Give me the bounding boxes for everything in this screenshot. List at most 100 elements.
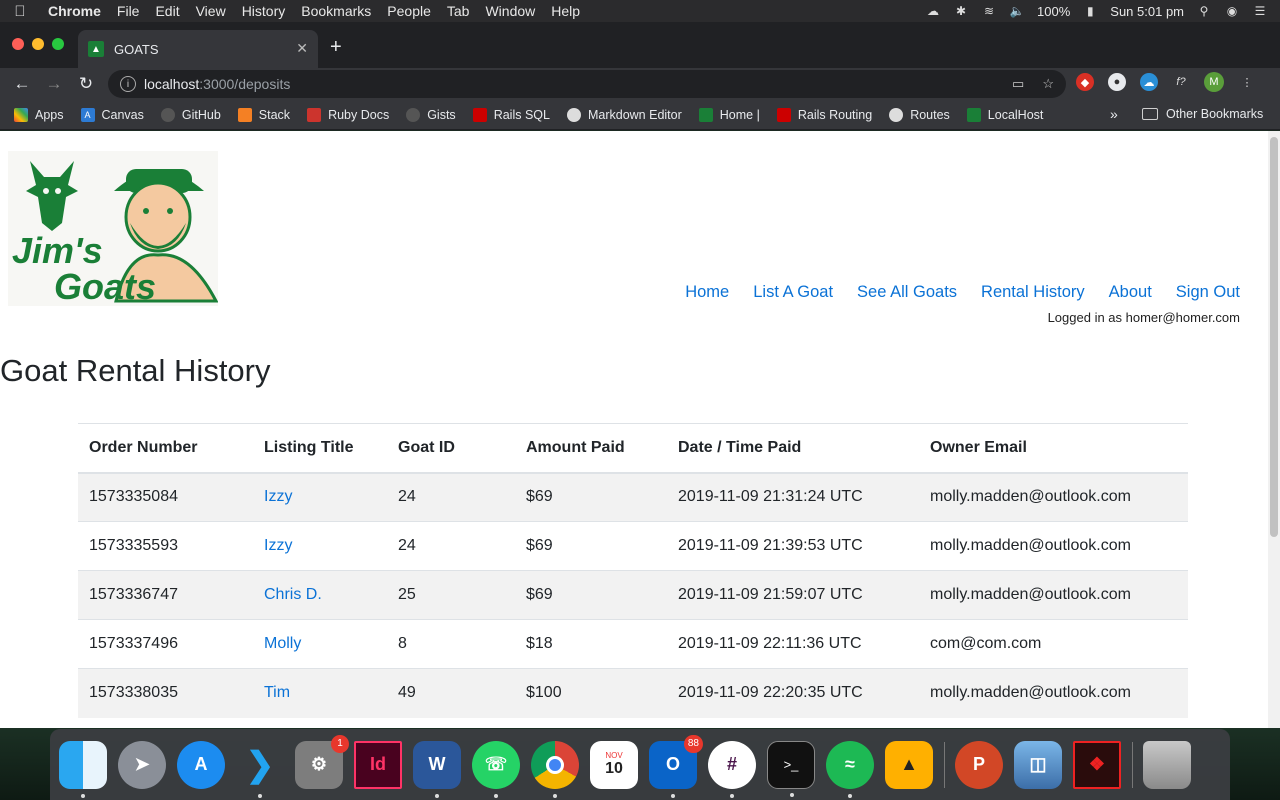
- extension-ruby-icon[interactable]: ◆: [1076, 73, 1094, 91]
- tab-goats[interactable]: ▲ GOATS ✕: [78, 30, 318, 68]
- back-button[interactable]: ←: [6, 74, 38, 94]
- new-tab-button[interactable]: +: [330, 36, 342, 59]
- dock-separator: [944, 741, 945, 788]
- menu-view[interactable]: View: [188, 3, 234, 19]
- menu-help[interactable]: Help: [543, 3, 588, 19]
- menu-app-name[interactable]: Chrome: [40, 3, 109, 19]
- site-info-icon[interactable]: i: [120, 76, 136, 92]
- nav-list-a-goat[interactable]: List A Goat: [753, 283, 833, 302]
- powerpoint-icon[interactable]: P: [955, 740, 1003, 789]
- finder-icon[interactable]: [59, 740, 107, 798]
- battery-icon[interactable]: ▮: [1082, 4, 1098, 18]
- bookmark-apps[interactable]: Apps: [14, 107, 64, 122]
- volume-icon[interactable]: 🔈: [1009, 4, 1025, 18]
- bookmark-ruby-docs[interactable]: Ruby Docs: [307, 107, 389, 122]
- folder-icon: [1142, 108, 1158, 120]
- vscode-icon[interactable]: ❯: [236, 741, 284, 798]
- indesign-icon[interactable]: Id: [354, 740, 402, 789]
- table-row: 1573337496 Molly 8 $18 2019-11-09 22:11:…: [78, 619, 1188, 669]
- cast-icon[interactable]: ▭: [1012, 76, 1024, 92]
- forward-button[interactable]: →: [38, 74, 70, 94]
- acrobat-icon[interactable]: ❖: [1073, 740, 1121, 789]
- bookmark-label: Rails Routing: [797, 107, 873, 122]
- app-store-icon[interactable]: A: [177, 740, 225, 789]
- bookmark-gists[interactable]: Gists: [406, 107, 456, 122]
- cell-owner-email: com@com.com: [919, 619, 1188, 669]
- bookmark-routes[interactable]: Routes: [889, 107, 950, 122]
- calendar-icon[interactable]: NOV 10: [590, 740, 638, 789]
- nav-sign-out[interactable]: Sign Out: [1176, 283, 1240, 302]
- outlook-icon[interactable]: O 88: [649, 734, 703, 798]
- extension-cloud-icon[interactable]: ☁: [1140, 73, 1158, 91]
- profile-avatar[interactable]: M: [1204, 72, 1224, 92]
- nav-see-all-goats[interactable]: See All Goats: [857, 283, 957, 302]
- wifi-icon[interactable]: ≋: [981, 4, 997, 18]
- page-title: Goat Rental History: [0, 353, 271, 388]
- menu-tab[interactable]: Tab: [439, 3, 478, 19]
- page-scrollbar[interactable]: [1268, 131, 1280, 728]
- notification-center-icon[interactable]: ☰: [1252, 4, 1268, 18]
- minimize-window-button[interactable]: [32, 38, 44, 50]
- logo-text-goats: Goats: [54, 266, 156, 306]
- spotify-icon[interactable]: ≈: [826, 740, 874, 798]
- battery-percent[interactable]: 100%: [1037, 4, 1070, 19]
- bookmark-github[interactable]: GitHub: [160, 107, 221, 122]
- menu-people[interactable]: People: [379, 3, 439, 19]
- bookmark-label: Rails SQL: [493, 107, 550, 122]
- menu-edit[interactable]: Edit: [147, 3, 187, 19]
- clock[interactable]: Sun 5:01 pm: [1110, 4, 1184, 19]
- nav-about[interactable]: About: [1109, 283, 1152, 302]
- menu-bookmarks[interactable]: Bookmarks: [293, 3, 379, 19]
- bookmark-rails-routing[interactable]: Rails Routing: [776, 107, 873, 122]
- listing-link[interactable]: Tim: [264, 684, 290, 701]
- preview-icon[interactable]: ◫: [1014, 740, 1062, 789]
- extension-ghost-icon[interactable]: ●: [1108, 73, 1126, 91]
- bookmark-home[interactable]: Home |: [698, 107, 760, 122]
- address-bar[interactable]: i localhost:3000/deposits ▭ ☆: [108, 70, 1066, 98]
- bookmark-rails-sql[interactable]: Rails SQL: [472, 107, 550, 122]
- creative-cloud-icon[interactable]: ☁: [925, 4, 941, 18]
- nav-rental-history[interactable]: Rental History: [981, 283, 1085, 302]
- bookmark-markdown-editor[interactable]: Markdown Editor: [566, 107, 682, 122]
- bluetooth-icon[interactable]: ✱: [953, 4, 969, 18]
- extension-font-icon[interactable]: f?: [1172, 73, 1190, 91]
- trash-icon[interactable]: [1143, 740, 1191, 789]
- cell-goat-id: 8: [387, 619, 515, 669]
- reload-button[interactable]: ↻: [70, 74, 102, 94]
- whatsapp-icon[interactable]: ☏: [472, 740, 520, 798]
- nav-home[interactable]: Home: [685, 283, 729, 302]
- siri-icon[interactable]: ◉: [1224, 4, 1240, 18]
- bookmark-stack[interactable]: Stack: [237, 107, 290, 122]
- listing-link[interactable]: Izzy: [264, 488, 292, 505]
- cell-date-time-paid: 2019-11-09 22:20:35 UTC: [667, 668, 919, 718]
- menu-file[interactable]: File: [109, 3, 148, 19]
- close-tab-icon[interactable]: ✕: [296, 40, 308, 57]
- close-window-button[interactable]: [12, 38, 24, 50]
- vlc-icon[interactable]: ▲: [885, 740, 933, 789]
- scrollbar-thumb[interactable]: [1270, 137, 1278, 537]
- chrome-menu-icon[interactable]: ⋮: [1238, 73, 1256, 91]
- spotlight-search-icon[interactable]: ⚲: [1196, 4, 1212, 18]
- bookmark-canvas[interactable]: A Canvas: [80, 107, 144, 122]
- menu-history[interactable]: History: [234, 3, 294, 19]
- bookmark-star-icon[interactable]: ☆: [1042, 76, 1054, 92]
- terminal-icon[interactable]: >_: [767, 740, 815, 797]
- menu-window[interactable]: Window: [477, 3, 543, 19]
- bookmarks-overflow-chevron-icon[interactable]: »: [1110, 106, 1118, 122]
- zoom-window-button[interactable]: [52, 38, 64, 50]
- launchpad-icon[interactable]: ➤: [118, 740, 166, 789]
- word-icon[interactable]: W: [413, 740, 461, 798]
- bookmark-localhost[interactable]: LocalHost: [966, 107, 1043, 122]
- other-bookmarks-folder[interactable]: Other Bookmarks: [1142, 107, 1263, 121]
- logged-in-status: Logged in as homer@homer.com: [1047, 310, 1240, 325]
- rails-icon: [776, 107, 791, 122]
- system-preferences-icon[interactable]: ⚙ 1: [295, 734, 349, 789]
- apple-icon[interactable]: : [0, 3, 40, 20]
- listing-link[interactable]: Molly: [264, 635, 301, 652]
- listing-link[interactable]: Izzy: [264, 537, 292, 554]
- bookmark-label: Home |: [719, 107, 760, 122]
- chrome-icon[interactable]: [531, 740, 579, 798]
- dock-separator: [1132, 741, 1133, 788]
- listing-link[interactable]: Chris D.: [264, 586, 322, 603]
- slack-icon[interactable]: #: [708, 740, 756, 798]
